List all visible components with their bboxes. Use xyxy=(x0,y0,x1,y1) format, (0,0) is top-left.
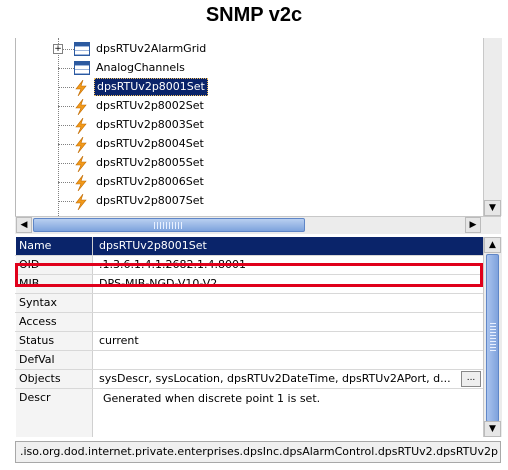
property-value[interactable]: current xyxy=(93,332,483,350)
tree-vertical-scrollbar[interactable]: ▼ xyxy=(483,38,502,216)
grid-icon xyxy=(74,61,90,75)
property-value[interactable] xyxy=(93,313,483,331)
mib-browser: + dpsRTUv2AlarmGrid AnalogChannels dpsRTUv2… xyxy=(15,38,502,466)
scroll-up-button[interactable]: ▲ xyxy=(484,237,501,253)
property-row[interactable]: Descr Generated when discrete point 1 is … xyxy=(15,389,483,437)
tree-item[interactable]: dpsRTUv2p8006Set xyxy=(16,173,484,192)
property-value[interactable]: Generated when discrete point 1 is set. xyxy=(93,389,483,438)
property-value[interactable] xyxy=(93,294,483,312)
scroll-left-button[interactable]: ◀ xyxy=(16,217,32,233)
property-name: Access xyxy=(16,313,93,331)
oid-highlight-box xyxy=(15,263,483,287)
tree-item[interactable]: dpsRTUv2p8004Set xyxy=(16,135,484,154)
tree-item[interactable]: dpsRTUv2p8007Set xyxy=(16,192,484,211)
tree-horizontal-scrollbar[interactable]: ◀ ▶ xyxy=(15,216,501,234)
tree-item[interactable]: dpsRTUv2p8001Set xyxy=(16,78,484,97)
property-row[interactable]: Name dpsRTUv2p8001Set xyxy=(15,237,483,256)
expand-icon[interactable]: + xyxy=(53,44,63,54)
scroll-right-button[interactable]: ▶ xyxy=(465,217,481,233)
tree-item[interactable]: AnalogChannels xyxy=(16,59,484,77)
oid-path-bar: .iso.org.dod.internet.private.enterprise… xyxy=(15,441,501,463)
scroll-down-button[interactable]: ▼ xyxy=(484,200,501,216)
property-row[interactable]: Status current xyxy=(15,332,483,351)
property-row[interactable]: Syntax xyxy=(15,294,483,313)
property-value[interactable]: dpsRTUv2p8001Set xyxy=(93,237,483,255)
property-name: Descr xyxy=(16,389,93,437)
tree-item-label[interactable]: dpsRTUv2p8003Set xyxy=(94,116,206,134)
property-row[interactable]: Access xyxy=(15,313,483,332)
tree-item[interactable]: dpsRTUv2p8002Set xyxy=(16,97,484,116)
horizontal-scroll-thumb[interactable] xyxy=(33,218,305,232)
property-value[interactable]: sysDescr, sysLocation, dpsRTUv2DateTime,… xyxy=(93,370,483,388)
tree-item-label[interactable]: dpsRTUv2AlarmGrid xyxy=(94,40,208,58)
notification-bolt-icon xyxy=(74,193,88,216)
scroll-down-button[interactable]: ▼ xyxy=(484,421,501,437)
page-title: SNMP v2c xyxy=(205,4,303,26)
property-value[interactable] xyxy=(93,351,483,369)
tree-item-label[interactable]: AnalogChannels xyxy=(94,59,187,77)
property-name: DefVal xyxy=(16,351,93,369)
tree-item[interactable]: dpsRTUv2p8003Set xyxy=(16,116,484,135)
property-name: Name xyxy=(16,237,93,255)
property-name: Status xyxy=(16,332,93,350)
tree-item-label[interactable]: dpsRTUv2p8005Set xyxy=(94,154,206,172)
ellipsis-button[interactable]: ... xyxy=(461,371,481,387)
properties-vertical-scrollbar[interactable]: ▲ ▼ xyxy=(483,237,502,437)
property-row[interactable]: Objects sysDescr, sysLocation, dpsRTUv2Da… xyxy=(15,370,483,389)
tree-item-label[interactable]: dpsRTUv2p8001Set xyxy=(94,78,208,96)
tree-item-label[interactable]: dpsRTUv2p8007Set xyxy=(94,192,206,210)
property-name: Syntax xyxy=(16,294,93,312)
tree-item-label[interactable]: dpsRTUv2p8002Set xyxy=(94,97,206,115)
tree-item[interactable]: + dpsRTUv2AlarmGrid xyxy=(16,40,484,58)
tree-item-label[interactable]: dpsRTUv2p8006Set xyxy=(94,173,206,191)
vertical-scroll-thumb[interactable] xyxy=(486,254,499,422)
property-name: Objects xyxy=(16,370,93,388)
tree-item[interactable]: dpsRTUv2p8005Set xyxy=(16,154,484,173)
tree-item-label[interactable]: dpsRTUv2p8004Set xyxy=(94,135,206,153)
property-row[interactable]: DefVal xyxy=(15,351,483,370)
grid-icon xyxy=(74,42,90,56)
mib-tree[interactable]: + dpsRTUv2AlarmGrid AnalogChannels dpsRTUv2… xyxy=(15,38,484,216)
